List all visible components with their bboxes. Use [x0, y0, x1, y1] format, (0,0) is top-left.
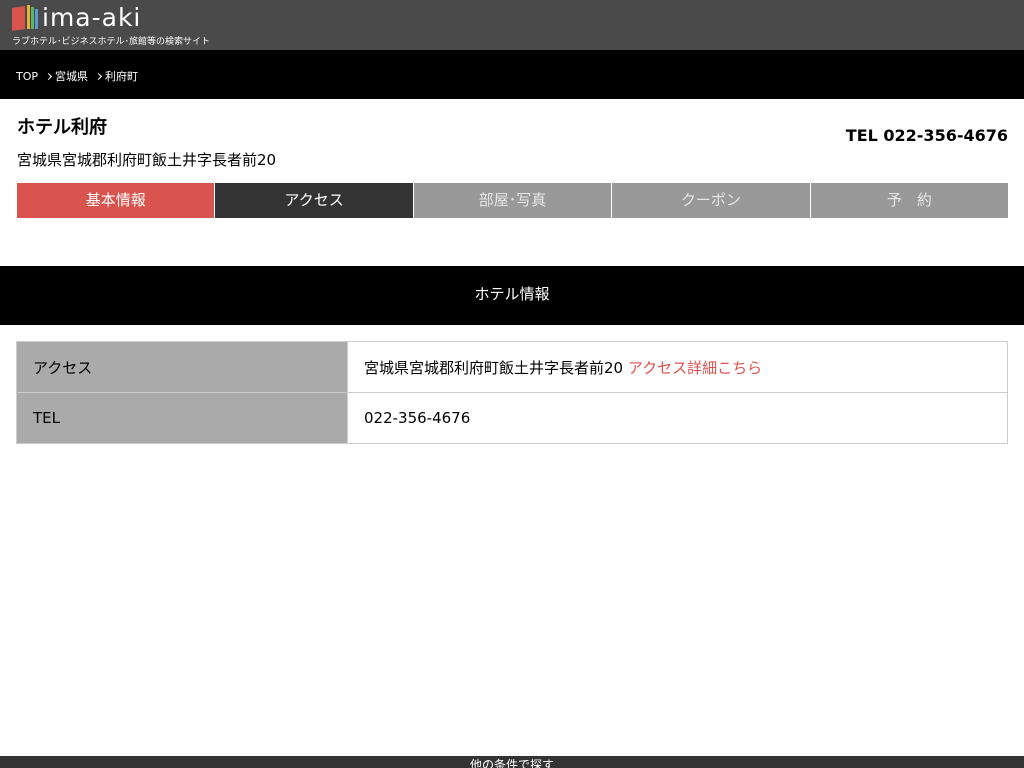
- breadcrumb-top[interactable]: TOP: [16, 70, 38, 83]
- breadcrumb: TOP 宮城県 利府町: [16, 68, 138, 84]
- row-label-tel: TEL: [16, 392, 348, 444]
- books-logo-icon: [12, 5, 38, 31]
- chevron-right-icon: [44, 72, 53, 80]
- hotel-name: ホテル利府: [17, 117, 107, 138]
- hotel-info-table: アクセス 宮城県宮城郡利府町飯土井字長者前20 アクセス詳細こちら TEL 02…: [16, 341, 1008, 444]
- access-address: 宮城県宮城郡利府町飯土井字長者前20: [364, 358, 624, 377]
- table-row: TEL 022-356-4676: [16, 392, 1008, 444]
- chevron-right-icon: [94, 72, 103, 80]
- table-row: アクセス 宮城県宮城郡利府町飯土井字長者前20 アクセス詳細こちら: [16, 341, 1008, 393]
- row-value-tel[interactable]: 022-356-4676: [347, 392, 1008, 444]
- row-label-access: アクセス: [16, 341, 348, 393]
- breadcrumb-prefecture[interactable]: 宮城県: [55, 68, 88, 84]
- page: ima-aki ラブホテル･ビジネスホテル･旅館等の検索サイト TOP 宮城県 …: [0, 0, 1024, 768]
- section-title: ホテル情報: [0, 266, 1024, 325]
- tab-basic-info[interactable]: 基本情報: [17, 183, 216, 218]
- breadcrumb-town[interactable]: 利府町: [105, 68, 138, 84]
- logo-text: ima-aki: [42, 3, 142, 32]
- site-header: ima-aki ラブホテル･ビジネスホテル･旅館等の検索サイト: [0, 0, 1024, 50]
- site-logo[interactable]: ima-aki: [12, 5, 141, 31]
- site-tagline: ラブホテル･ビジネスホテル･旅館等の検索サイト: [12, 37, 211, 47]
- access-details-link[interactable]: アクセス詳細こちら: [628, 359, 762, 377]
- tab-access[interactable]: アクセス: [215, 183, 414, 218]
- hotel-phone[interactable]: TEL 022-356-4676: [846, 126, 1008, 145]
- search-other-conditions-label: 他の条件で探す: [469, 758, 554, 768]
- hotel-tabs: 基本情報 アクセス 部屋･写真 クーポン 予 約: [17, 183, 1009, 218]
- tab-reservation[interactable]: 予 約: [810, 183, 1009, 218]
- tab-coupon[interactable]: クーポン: [612, 183, 811, 218]
- search-other-conditions-bar[interactable]: 他の条件で探す: [0, 756, 1024, 768]
- breadcrumb-bar: TOP 宮城県 利府町: [0, 50, 1024, 99]
- hotel-address: 宮城県宮城郡利府町飯土井字長者前20: [17, 151, 277, 169]
- tab-rooms-photos[interactable]: 部屋･写真: [413, 183, 613, 218]
- row-value-access: 宮城県宮城郡利府町飯土井字長者前20 アクセス詳細こちら: [347, 341, 1008, 393]
